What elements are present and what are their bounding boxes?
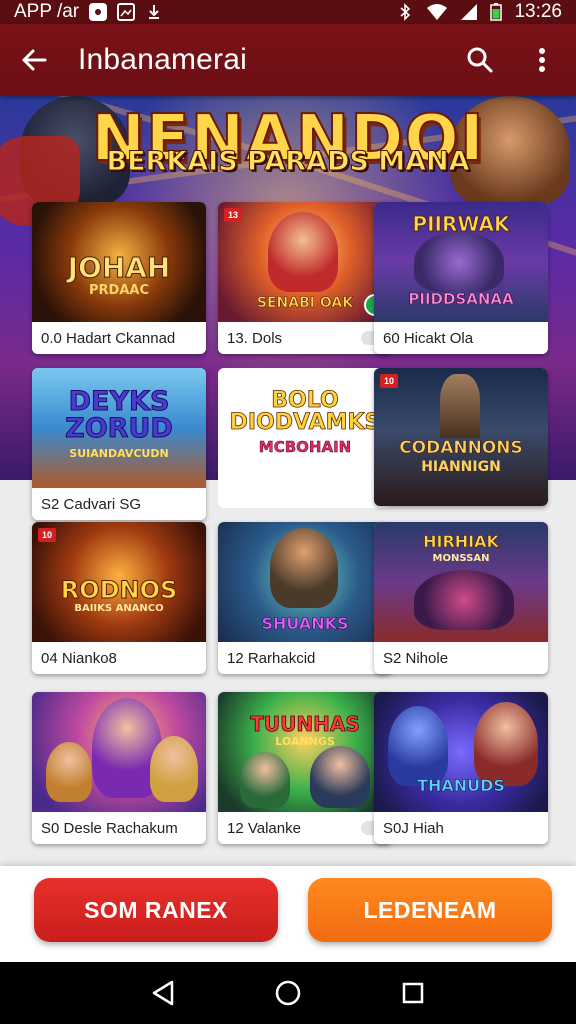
game-character [268, 212, 338, 292]
wifi-icon [427, 4, 448, 20]
nav-home-button[interactable] [268, 973, 308, 1013]
game-art: JOHAH PRDAAC [32, 202, 206, 322]
game-tower [440, 374, 480, 438]
search-button[interactable] [462, 42, 498, 78]
game-character [414, 570, 514, 630]
more-options-button[interactable] [524, 42, 560, 78]
game-caption: 0.0 Hadart Ckannad [41, 329, 176, 347]
nav-home-icon [275, 980, 301, 1006]
action-panel: SOM RANEX LEDENEAM [0, 866, 576, 962]
game-card[interactable]: 13 SENABI OAK 13. Dols [218, 202, 392, 354]
game-badge: 13 [224, 208, 242, 222]
game-art: TUUNHAS LOANNGS [218, 692, 392, 812]
game-art: 13 SENABI OAK [218, 202, 392, 322]
primary-action-button[interactable]: SOM RANEX [34, 878, 278, 942]
bluetooth-icon [400, 3, 411, 21]
game-character [310, 746, 370, 808]
game-card[interactable]: BOLO DIODVAMKS MCBOHAIN [218, 368, 392, 508]
game-card[interactable]: THANUDS S0J Hiah [374, 692, 548, 844]
game-caption: S0 Desle Rachakum [41, 819, 178, 837]
download-icon [149, 5, 160, 19]
game-badge: 10 [380, 374, 398, 388]
status-time: 13:26 [514, 1, 562, 22]
game-art-title: RODNOS [60, 576, 178, 604]
game-character [474, 702, 538, 786]
image-icon [117, 3, 136, 21]
game-art-title: JOHAH [67, 251, 171, 284]
game-caption: 12 Rarhakcid [227, 649, 316, 667]
secondary-action-button[interactable]: LEDENEAM [308, 878, 552, 942]
game-art-subtitle: PIIDDSANAA [408, 290, 514, 308]
game-card[interactable]: HIRHIAK MONSSAN S2 Nihole [374, 522, 548, 674]
game-badge: 10 [38, 528, 56, 542]
game-character [270, 528, 338, 608]
game-art: HIRHIAK MONSSAN [374, 522, 548, 642]
back-arrow-icon [22, 49, 47, 71]
app-bar: Inbanamerai [0, 24, 576, 96]
game-card[interactable]: TUUNHAS LOANNGS 12 Valanke [218, 692, 392, 844]
game-art-subtitle: SUIANDAVCUDN [69, 447, 169, 460]
game-caption: 04 Nianko8 [41, 649, 117, 667]
game-art: SHUANKS [218, 522, 392, 642]
game-art-title: DEYKS ZORUD [65, 386, 174, 444]
game-art: THANUDS [374, 692, 548, 812]
app-screen: APP /ar 13:26 Inbanamerai NENANDOI BERKA… [0, 0, 576, 1024]
battery-icon [490, 3, 503, 21]
nav-back-button[interactable] [143, 973, 183, 1013]
game-art-title: BOLO DIODVAMKS [229, 388, 381, 435]
game-art: DEYKS ZORUD SUIANDAVCUDN [32, 368, 206, 488]
game-character [240, 752, 290, 808]
game-caption: 12 Valanke [227, 819, 301, 837]
game-card[interactable]: SHUANKS 12 Rarhakcid [218, 522, 392, 674]
game-art-title: CODANNONS [399, 438, 523, 458]
game-art-subtitle: HIANNIGN [421, 459, 501, 475]
game-art-subtitle: MCBOHAIN [258, 438, 352, 456]
game-caption: S2 Nihole [383, 649, 449, 667]
game-card[interactable]: 10 CODANNONS HIANNIGN [374, 368, 548, 506]
game-art: 10 CODANNONS HIANNIGN [374, 368, 548, 506]
search-icon [467, 47, 493, 73]
game-art-title: SHUANKS [261, 614, 349, 633]
game-art-subtitle: PRDAAC [89, 283, 149, 298]
hero-subtitle: BERKAIS PARADS MANA [106, 146, 470, 178]
notification-icon [89, 3, 108, 21]
status-app-label: APP /ar [14, 1, 80, 22]
game-art: BOLO DIODVAMKS MCBOHAIN [218, 368, 392, 508]
game-caption: 13. Dols [227, 329, 283, 347]
game-art-subtitle: BAIIKS ANANCO [74, 603, 164, 614]
game-art: PIIRWAK PIIDDSANAA [374, 202, 548, 322]
nav-recents-icon [403, 982, 424, 1004]
game-character [414, 232, 504, 292]
game-character [46, 742, 92, 802]
status-bar: APP /ar 13:26 [0, 0, 576, 24]
nav-recents-button[interactable] [393, 973, 433, 1013]
game-caption: 60 Hicakt Ola [383, 329, 474, 347]
more-vert-icon [539, 48, 545, 72]
game-card[interactable]: DEYKS ZORUD SUIANDAVCUDN S2 Cadvari SG [32, 368, 206, 520]
game-card[interactable]: S0 Desle Rachakum [32, 692, 206, 844]
game-art-title: THANUDS [417, 776, 505, 795]
system-nav-bar [0, 962, 576, 1024]
nav-back-icon [152, 980, 173, 1006]
game-art-title: PIIRWAK [412, 212, 510, 236]
game-art-title: TUUNHAS [250, 712, 360, 736]
game-character [150, 736, 198, 802]
game-caption: S0J Hiah [383, 819, 444, 837]
game-caption: S2 Cadvari SG [41, 495, 142, 513]
game-card[interactable]: 10 RODNOS BAIIKS ANANCO 04 Nianko8 [32, 522, 206, 674]
page-title: Inbanamerai [78, 43, 247, 76]
signal-icon [461, 4, 478, 20]
game-art-subtitle: LOANNGS [275, 735, 335, 748]
game-art [32, 692, 206, 812]
game-character [388, 706, 448, 786]
game-card[interactable]: PIIRWAK PIIDDSANAA 60 Hicakt Ola [374, 202, 548, 354]
game-art: 10 RODNOS BAIIKS ANANCO [32, 522, 206, 642]
game-art-title: HIRHIAK [423, 532, 499, 551]
game-art-subtitle: MONSSAN [432, 553, 490, 564]
back-button[interactable] [16, 42, 52, 78]
game-card[interactable]: JOHAH PRDAAC 0.0 Hadart Ckannad [32, 202, 206, 354]
